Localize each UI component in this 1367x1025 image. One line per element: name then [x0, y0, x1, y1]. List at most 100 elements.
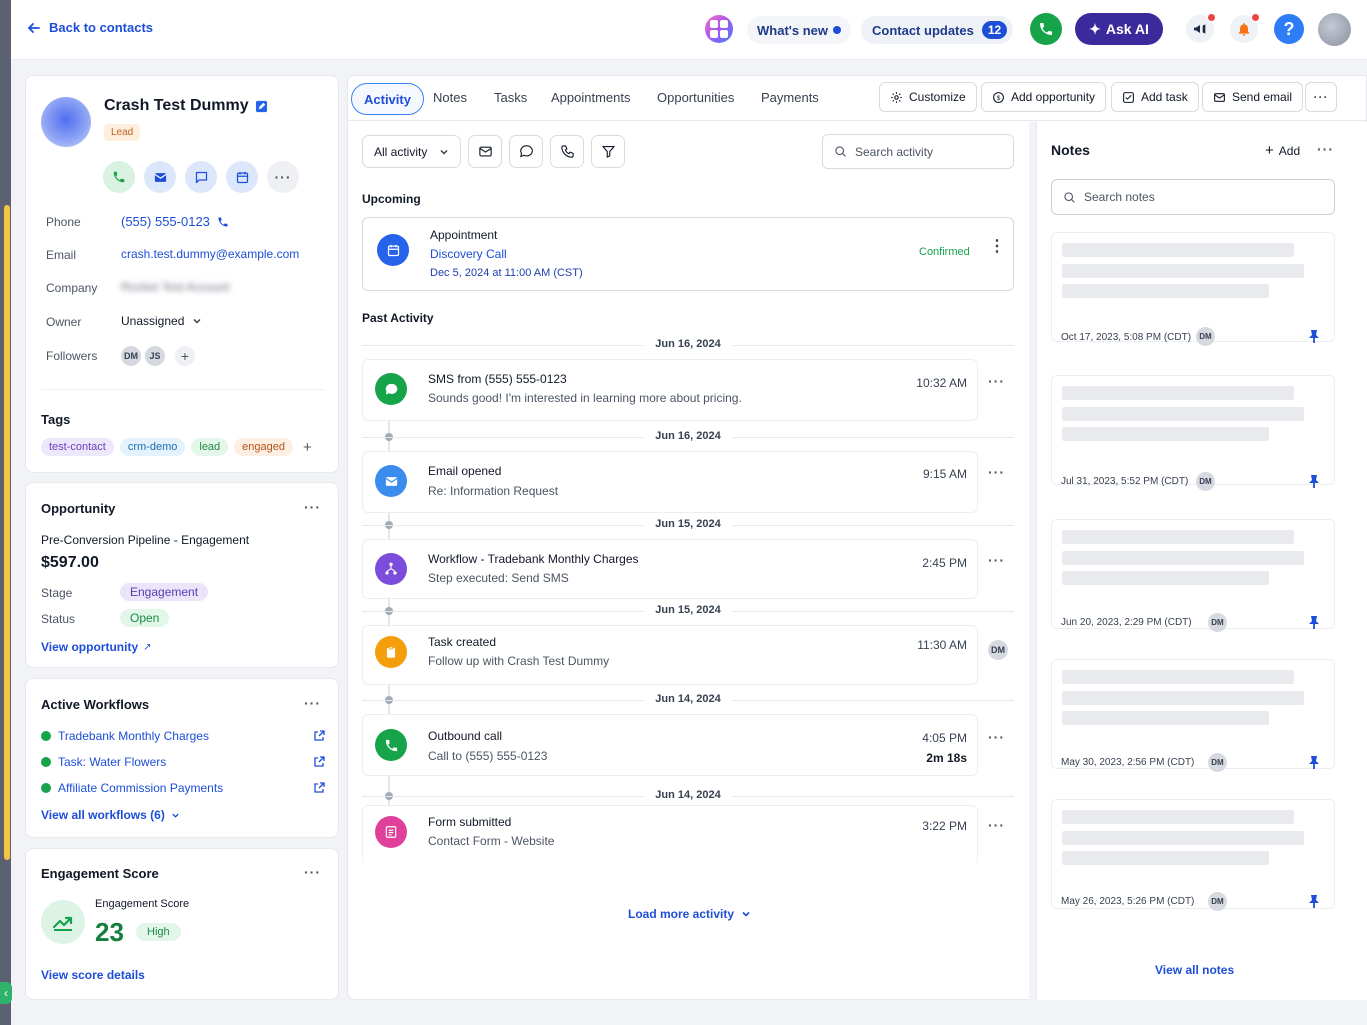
- follower-avatar[interactable]: JS: [145, 346, 165, 366]
- contact-message-button[interactable]: [185, 161, 217, 193]
- note-card[interactable]: Jul 31, 2023, 5:52 PM (CDT) DM: [1051, 375, 1335, 491]
- note-preview-line: [1062, 427, 1269, 441]
- customize-button[interactable]: Customize: [879, 82, 977, 112]
- activity-item[interactable]: SMS from (555) 555-0123 Sounds good! I'm…: [362, 359, 978, 421]
- view-all-notes-link[interactable]: View all notes: [1155, 963, 1234, 977]
- apps-grid-icon[interactable]: [705, 15, 733, 43]
- sparkle-icon: ✦: [1089, 20, 1101, 37]
- pin-icon[interactable]: [1308, 894, 1320, 909]
- pin-icon[interactable]: [1308, 329, 1320, 344]
- tag-chip[interactable]: crm-demo: [119, 438, 186, 456]
- phone-value[interactable]: (555) 555-0123: [121, 214, 210, 229]
- tag-chip[interactable]: test-contact: [41, 438, 114, 456]
- note-card[interactable]: May 30, 2023, 2:56 PM (CDT) DM: [1051, 659, 1335, 772]
- note-date: Jun 20, 2023, 2:29 PM (CDT): [1061, 617, 1192, 628]
- note-preview-line: [1062, 386, 1294, 400]
- add-opportunity-button[interactable]: $ Add opportunity: [981, 82, 1107, 112]
- activity-item[interactable]: Outbound call Call to (555) 555-0123 4:0…: [362, 714, 978, 776]
- filter-sms-button[interactable]: [509, 135, 543, 168]
- activity-more-button[interactable]: ···: [988, 729, 1005, 745]
- back-to-contacts-link[interactable]: Back to contacts: [27, 20, 153, 35]
- activity-more-button[interactable]: ···: [988, 817, 1005, 833]
- company-value: Rocket Test Account: [121, 280, 230, 294]
- activity-item[interactable]: Form submitted Contact Form - Website 3:…: [362, 805, 978, 865]
- announcements-button[interactable]: [1186, 13, 1216, 43]
- workflow-name: Tradebank Monthly Charges: [58, 729, 209, 743]
- follower-avatar[interactable]: DM: [121, 346, 141, 366]
- activity-more-button[interactable]: ···: [988, 552, 1005, 568]
- phone-small-icon[interactable]: [217, 216, 229, 228]
- email-value[interactable]: crash.test.dummy@example.com: [121, 247, 299, 261]
- contact-calendar-button[interactable]: [226, 161, 258, 193]
- workflow-item[interactable]: Tradebank Monthly Charges: [41, 729, 325, 743]
- edit-icon[interactable]: [255, 100, 268, 113]
- notifications-button[interactable]: [1230, 13, 1260, 43]
- workflows-more-button[interactable]: ···: [304, 695, 321, 711]
- toolbar-more-button[interactable]: ···: [1305, 82, 1337, 112]
- open-external-icon[interactable]: [313, 756, 325, 768]
- note-preview-line: [1062, 691, 1304, 705]
- tab-activity[interactable]: Activity: [351, 83, 424, 115]
- appointment-title[interactable]: Discovery Call: [430, 247, 507, 261]
- workflow-item[interactable]: Affiliate Commission Payments: [41, 781, 325, 795]
- add-follower-button[interactable]: +: [175, 346, 195, 366]
- mail-icon: [478, 146, 492, 157]
- activity-more-button[interactable]: ···: [988, 464, 1005, 480]
- call-button[interactable]: [1030, 13, 1062, 45]
- notes-more-button[interactable]: ···: [1317, 141, 1334, 157]
- send-email-button[interactable]: Send email: [1202, 82, 1304, 112]
- workflow-item[interactable]: Task: Water Flowers: [41, 755, 325, 769]
- contact-email-button[interactable]: [144, 161, 176, 193]
- opportunity-more-button[interactable]: ···: [304, 499, 321, 515]
- tab-appointments[interactable]: Appointments: [551, 90, 631, 105]
- tab-payments[interactable]: Payments: [761, 90, 819, 105]
- ask-ai-button[interactable]: ✦ Ask AI: [1075, 13, 1163, 45]
- tab-tasks[interactable]: Tasks: [494, 90, 527, 105]
- contact-more-button[interactable]: ···: [267, 161, 299, 193]
- activity-filter-dropdown[interactable]: All activity: [362, 135, 461, 168]
- activity-more-button[interactable]: ···: [988, 373, 1005, 389]
- add-note-button[interactable]: + Add: [1265, 142, 1300, 159]
- activity-item[interactable]: Task created Follow up with Crash Test D…: [362, 625, 978, 685]
- tab-notes[interactable]: Notes: [433, 90, 467, 105]
- opportunity-amount: $597.00: [41, 554, 99, 571]
- activity-time: 3:22 PM: [922, 819, 967, 833]
- contact-card: Crash Test Dummy Lead ··· Phone (555) 55…: [25, 75, 339, 473]
- note-card[interactable]: Jun 20, 2023, 2:29 PM (CDT) DM: [1051, 519, 1335, 632]
- upcoming-appointment-card[interactable]: Appointment Discovery Call Dec 5, 2024 a…: [362, 217, 1014, 291]
- owner-dropdown[interactable]: Unassigned: [121, 314, 202, 328]
- view-opportunity-link[interactable]: View opportunity ↗: [41, 640, 152, 654]
- view-all-workflows-link[interactable]: View all workflows (6): [41, 808, 180, 822]
- appointment-more-button[interactable]: ⋮: [989, 239, 1005, 255]
- whats-new-button[interactable]: What's new: [747, 16, 851, 44]
- pin-icon[interactable]: [1308, 615, 1320, 630]
- date-separator: Jun 16, 2024: [362, 338, 1014, 350]
- filter-funnel-button[interactable]: [591, 135, 625, 168]
- note-card[interactable]: May 26, 2023, 5:26 PM (CDT) DM: [1051, 799, 1335, 911]
- filter-email-button[interactable]: [468, 135, 502, 168]
- open-external-icon[interactable]: [313, 730, 325, 742]
- note-card[interactable]: Oct 17, 2023, 5:08 PM (CDT) DM: [1051, 232, 1335, 346]
- open-external-icon[interactable]: [313, 782, 325, 794]
- activity-search-input[interactable]: Search activity: [822, 134, 1014, 169]
- add-tag-button[interactable]: +: [303, 439, 312, 456]
- tag-chip[interactable]: lead: [191, 438, 229, 456]
- tag-chip[interactable]: engaged: [234, 438, 293, 456]
- filter-call-button[interactable]: [550, 135, 584, 168]
- notes-search-input[interactable]: Search notes: [1051, 179, 1335, 215]
- company-label: Company: [46, 281, 98, 295]
- engagement-more-button[interactable]: ···: [304, 864, 321, 880]
- view-score-details-link[interactable]: View score details: [41, 968, 145, 982]
- collapse-panel-button[interactable]: ‹: [0, 982, 12, 1004]
- load-more-activity-button[interactable]: Load more activity: [628, 907, 751, 921]
- activity-item[interactable]: Workflow - Tradebank Monthly Charges Ste…: [362, 539, 978, 599]
- pin-icon[interactable]: [1308, 474, 1320, 489]
- contact-call-button[interactable]: [103, 161, 135, 193]
- add-task-button[interactable]: Add task: [1111, 82, 1199, 112]
- contact-updates-button[interactable]: Contact updates 12: [861, 16, 1014, 44]
- activity-item[interactable]: Email opened Re: Information Request 9:1…: [362, 451, 978, 513]
- pin-icon[interactable]: [1308, 755, 1320, 770]
- user-avatar[interactable]: [1318, 13, 1351, 46]
- tab-opportunities[interactable]: Opportunities: [657, 90, 734, 105]
- help-button[interactable]: ?: [1274, 14, 1304, 44]
